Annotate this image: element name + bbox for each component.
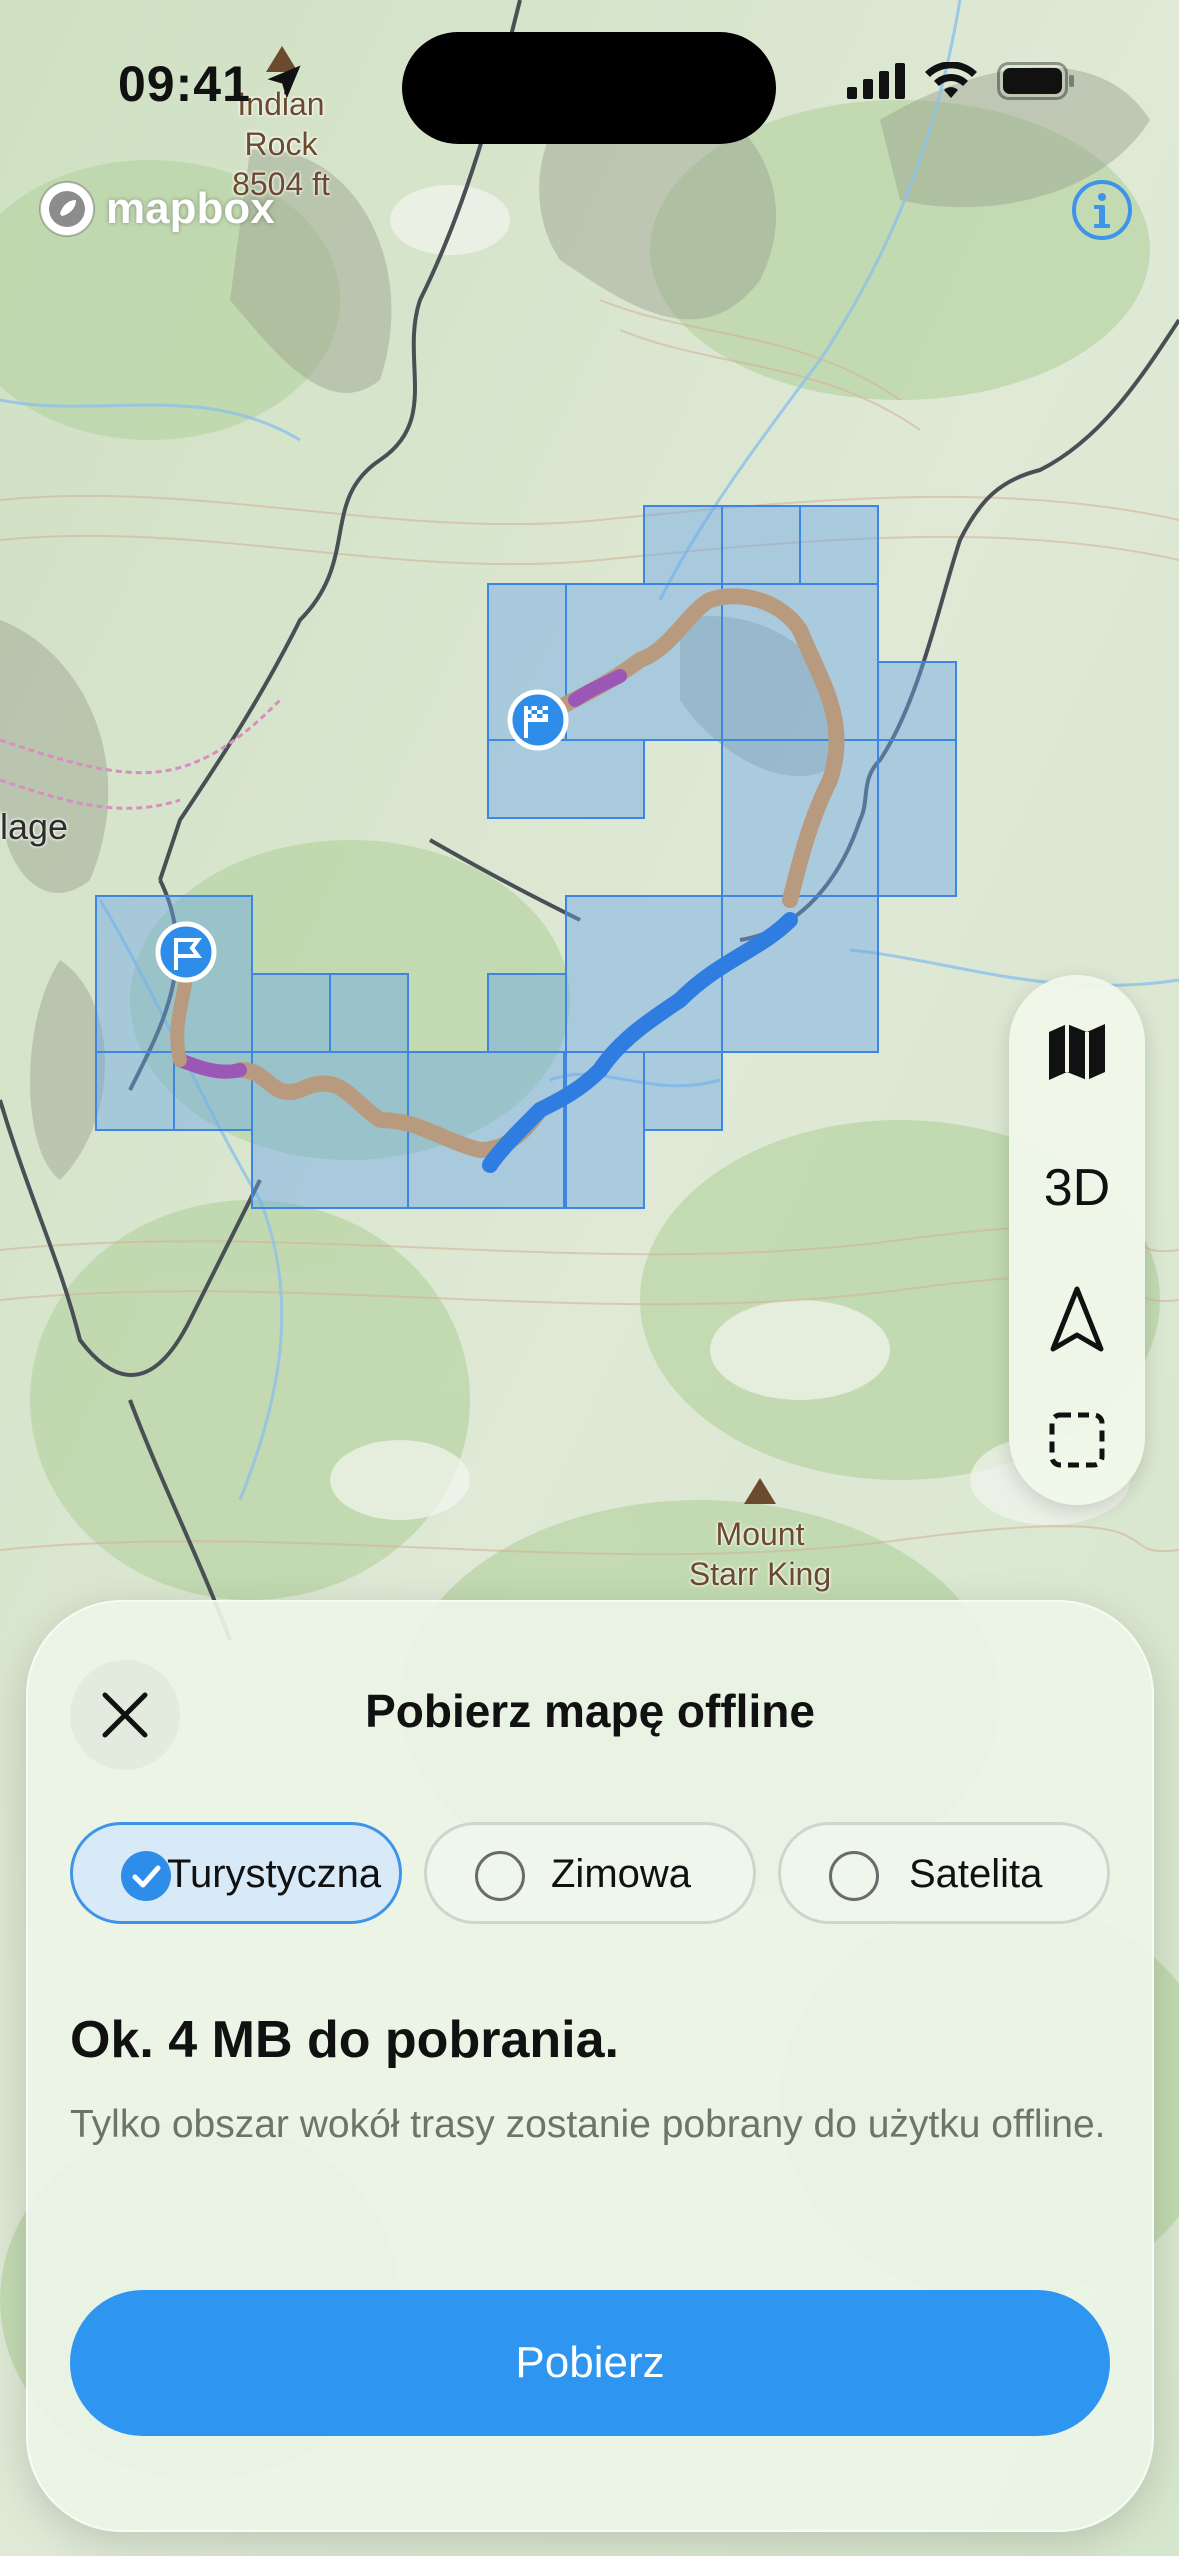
finish-flag-marker bbox=[507, 689, 569, 751]
map-layers-button[interactable] bbox=[1009, 997, 1145, 1107]
sheet-title: Pobierz mapę offline bbox=[365, 1685, 815, 1737]
cellular-signal-icon bbox=[847, 63, 905, 99]
peak-name-line1: Mount bbox=[715, 1516, 805, 1552]
option-turystyczna[interactable]: Turystyczna bbox=[70, 1822, 402, 1924]
map-icon bbox=[1049, 1024, 1105, 1080]
radio-unchecked-icon bbox=[475, 1851, 525, 1901]
info-icon[interactable] bbox=[1070, 178, 1134, 242]
option-zimowa[interactable]: Zimowa bbox=[424, 1822, 756, 1924]
map-controls-panel: 3D bbox=[1009, 975, 1145, 1505]
battery-icon bbox=[997, 62, 1074, 100]
dashed-square-icon bbox=[1049, 1412, 1105, 1468]
download-size-heading: Ok. 4 MB do pobrania. bbox=[70, 2011, 619, 2069]
status-icons bbox=[847, 62, 1075, 100]
download-offline-sheet: Pobierz mapę offline Turystyczna Zimowa … bbox=[26, 1600, 1154, 2532]
select-area-button[interactable] bbox=[1009, 1385, 1145, 1495]
status-bar: 09:41 bbox=[0, 0, 1179, 160]
download-description: Tylko obszar wokół trasy zostanie pobran… bbox=[70, 2103, 1106, 2146]
option-label: Zimowa bbox=[551, 1852, 692, 1896]
download-button[interactable]: Pobierz bbox=[70, 2290, 1110, 2436]
mapbox-logo: mapbox bbox=[36, 178, 275, 240]
radio-checked-icon bbox=[121, 1851, 171, 1901]
location-arrow-icon bbox=[267, 65, 301, 99]
locate-button[interactable] bbox=[1009, 1265, 1145, 1375]
option-label: Turystyczna bbox=[167, 1852, 382, 1896]
dynamic-island bbox=[402, 32, 776, 144]
start-flag-marker bbox=[155, 921, 217, 983]
peak-label-mount-starr-king: Mount Starr King bbox=[660, 1514, 860, 1594]
peak-name-line2: Starr King bbox=[688, 1556, 832, 1592]
status-time: 09:41 bbox=[118, 56, 251, 112]
place-label: lage bbox=[0, 806, 69, 847]
option-satelita[interactable]: Satelita bbox=[778, 1822, 1110, 1924]
radio-unchecked-icon bbox=[829, 1851, 879, 1901]
mapbox-logo-text: mapbox bbox=[106, 184, 275, 233]
option-label: Satelita bbox=[909, 1852, 1043, 1896]
wifi-icon bbox=[925, 62, 977, 98]
3d-toggle-button[interactable]: 3D bbox=[1009, 1133, 1145, 1243]
navigation-arrow-icon bbox=[1050, 1286, 1104, 1352]
mapbox-logo-icon bbox=[39, 181, 95, 237]
